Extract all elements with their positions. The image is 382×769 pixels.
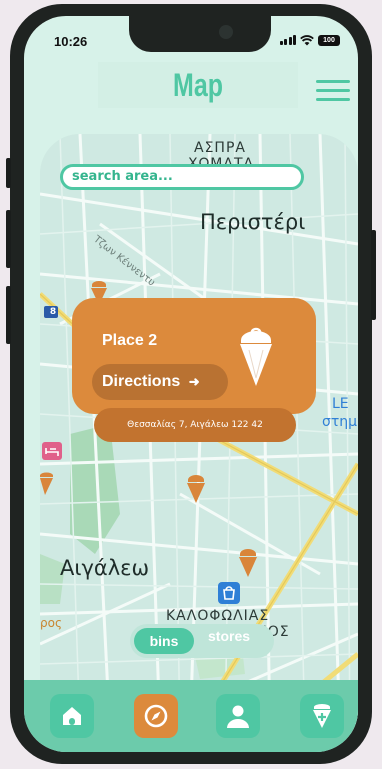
compass-icon xyxy=(144,704,168,728)
tab-explore[interactable] xyxy=(134,694,178,738)
map-label-kalofolias: ΚΑΛΟΦΩΛΙΑΣ xyxy=(166,608,270,624)
place-title: Place 2 xyxy=(102,332,158,349)
volume-up-button xyxy=(6,210,11,268)
header-bar: Map xyxy=(98,62,298,108)
bin-marker[interactable] xyxy=(40,470,54,496)
map-label-aigaleo: Αιγάλεω xyxy=(60,556,150,580)
tab-add-bin[interactable] xyxy=(300,694,344,738)
home-icon xyxy=(63,707,81,725)
app-screen: 10:26 100 Map ΑΣΠΡΑ Περιστέρι Τζων Κέννε… xyxy=(24,16,358,752)
tab-home[interactable] xyxy=(50,694,94,738)
wifi-icon xyxy=(300,34,314,45)
address-pill: Θεσσαλίας 7, Αιγάλεω 122 42 xyxy=(94,408,296,442)
search-input[interactable]: search area... xyxy=(60,164,304,190)
power-button xyxy=(371,230,376,320)
status-icons: 100 xyxy=(279,32,340,48)
profile-icon xyxy=(227,705,249,728)
map-label-left-edge: ρος xyxy=(40,616,63,630)
arrow-right-icon: ➜ xyxy=(188,374,200,389)
bin-marker[interactable] xyxy=(186,474,206,504)
battery-icon: 100 xyxy=(318,34,340,46)
camera-icon xyxy=(219,25,233,39)
directions-label: Directions xyxy=(102,373,181,390)
bins-stores-toggle[interactable]: bins stores xyxy=(130,624,274,658)
map-label-right-edge-2: στημ xyxy=(322,414,358,430)
map-label-right-edge: LE xyxy=(332,396,349,412)
tab-profile[interactable] xyxy=(216,694,260,738)
signal-icon xyxy=(279,35,296,45)
bin-icon xyxy=(240,327,272,386)
map-label-peristeri: Περιστέρι xyxy=(200,210,306,234)
bin-marker[interactable] xyxy=(238,548,258,578)
map-label-aspra: ΑΣΠΡΑ xyxy=(194,140,246,156)
toggle-stores[interactable]: stores xyxy=(208,628,250,654)
bottom-tab-bar xyxy=(24,680,358,752)
menu-icon[interactable] xyxy=(316,80,350,102)
status-time: 10:26 xyxy=(54,34,88,49)
directions-button[interactable]: Directions ➜ xyxy=(92,364,228,400)
road-number-label: 8 xyxy=(49,307,57,317)
page-title: Map xyxy=(173,67,223,103)
add-bin-icon xyxy=(313,704,331,728)
mute-switch xyxy=(6,158,11,188)
place-card[interactable]: Place 2 Directions ➜ xyxy=(72,298,316,414)
notch xyxy=(129,16,271,52)
volume-down-button xyxy=(6,286,11,344)
toggle-bins[interactable]: bins xyxy=(134,628,194,654)
